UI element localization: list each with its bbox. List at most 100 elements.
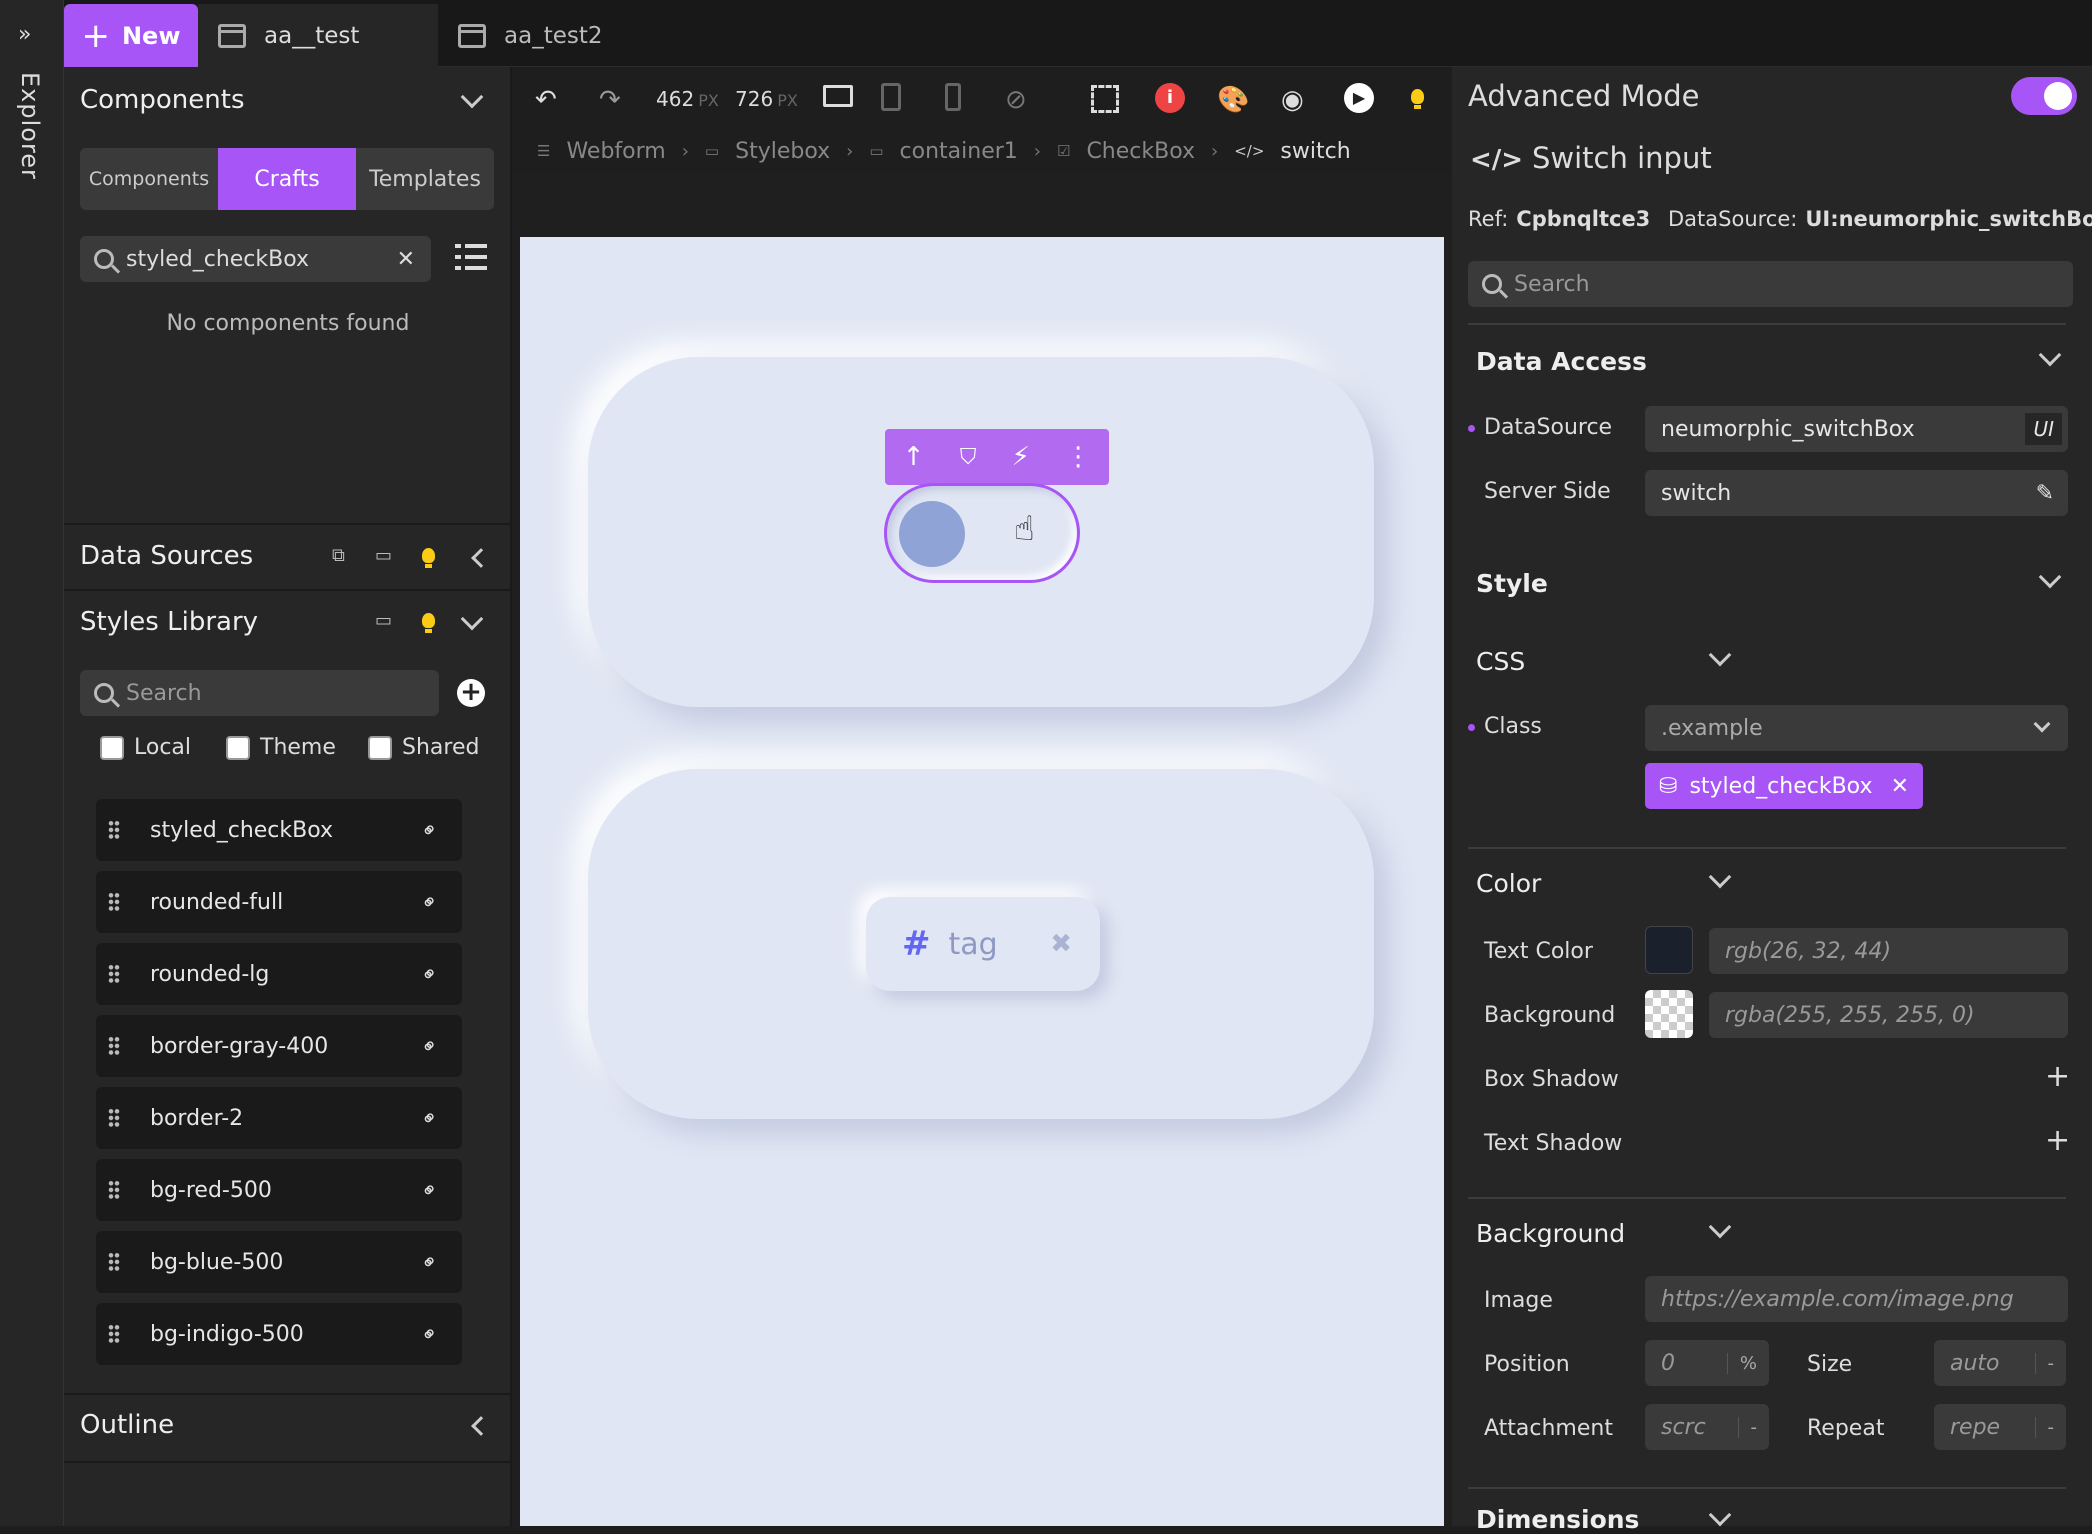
palette-icon[interactable]: 🎨 [1217, 85, 1249, 115]
menu-icon[interactable]: ☰ [537, 142, 550, 160]
link-icon[interactable]: ⚭ [415, 960, 444, 989]
explorer-strip[interactable]: » Explorer [0, 0, 64, 1526]
chevron-down-icon[interactable] [2038, 565, 2062, 589]
more-icon[interactable]: ⋮ [1065, 442, 1091, 472]
mobile-icon[interactable] [945, 83, 961, 111]
segment-components[interactable]: Components [80, 148, 218, 210]
height-readout[interactable]: 726 PX [735, 87, 798, 111]
breadcrumb-item-container1[interactable]: container1 [900, 139, 1018, 164]
background-color-input[interactable]: rgba(255, 255, 255, 0) [1709, 992, 2068, 1038]
text-color-input[interactable]: rgb(26, 32, 44) [1709, 928, 2068, 974]
size-unit[interactable]: - [2034, 1352, 2067, 1374]
segment-templates[interactable]: Templates [356, 148, 494, 210]
background-color-swatch[interactable] [1645, 990, 1693, 1038]
tag-chip[interactable]: # tag ✖ [866, 897, 1100, 991]
link-icon[interactable]: ⚭ [415, 1248, 444, 1277]
chevron-down-icon[interactable] [1708, 643, 1732, 667]
size-input[interactable]: auto - [1934, 1340, 2066, 1386]
chevron-left-icon[interactable] [471, 1416, 491, 1436]
chevron-left-icon[interactable] [471, 548, 491, 568]
add-box-shadow-icon[interactable]: + [2045, 1059, 2070, 1094]
explorer-label[interactable]: Explorer [16, 72, 44, 180]
filter-theme-checkbox[interactable]: Theme [226, 735, 336, 760]
style-title[interactable]: Style [1476, 569, 1548, 598]
ui-badge[interactable]: UI [2025, 413, 2062, 445]
drag-handle-icon[interactable] [108, 1180, 120, 1200]
attachment-input[interactable]: scrc - [1645, 1404, 1769, 1450]
components-search-input[interactable]: styled_checkBox ✕ [80, 236, 431, 282]
copy-icon[interactable]: ⧉ [332, 545, 345, 566]
chevron-down-icon[interactable] [460, 607, 484, 631]
switch-input[interactable] [884, 483, 1080, 583]
style-item[interactable]: border-2 ⚭ [96, 1087, 462, 1149]
style-item[interactable]: bg-red-500 ⚭ [96, 1159, 462, 1221]
design-canvas[interactable]: ↑ ⛉ ⚡ ⋮ ☝ # tag ✖ [520, 237, 1444, 1526]
breadcrumb-item-switch[interactable]: switch [1280, 139, 1350, 164]
image-url-input[interactable]: https://example.com/image.png [1645, 1276, 2068, 1322]
color-title[interactable]: Color [1476, 869, 1541, 898]
chevron-down-icon[interactable] [1708, 1215, 1732, 1239]
tab-aa-test2[interactable]: aa_test2 [438, 4, 678, 67]
repeat-unit[interactable]: - [2034, 1416, 2067, 1438]
info-icon[interactable]: i [1155, 83, 1185, 113]
link-icon[interactable]: ⚭ [415, 816, 444, 845]
drag-handle-icon[interactable] [108, 1252, 120, 1272]
clear-icon[interactable]: ✕ [397, 247, 415, 272]
drag-handle-icon[interactable] [108, 820, 120, 840]
chevron-down-icon[interactable] [1708, 1503, 1732, 1527]
position-input[interactable]: 0 % [1645, 1340, 1769, 1386]
bulb-icon[interactable] [422, 548, 435, 568]
add-style-icon[interactable]: + [457, 679, 485, 707]
drag-handle-icon[interactable] [108, 1108, 120, 1128]
expand-icon[interactable]: » [18, 22, 31, 47]
filter-shared-checkbox[interactable]: Shared [368, 735, 479, 760]
chevron-down-icon[interactable] [1708, 865, 1732, 889]
bulb-icon[interactable] [422, 613, 435, 633]
arrow-up-icon[interactable]: ↑ [903, 442, 925, 472]
add-text-shadow-icon[interactable]: + [2045, 1123, 2070, 1158]
style-item[interactable]: bg-indigo-500 ⚭ [96, 1303, 462, 1365]
chevron-down-icon[interactable] [2038, 343, 2062, 367]
link-icon[interactable]: ⚭ [415, 1176, 444, 1205]
datasource-field[interactable]: neumorphic_switchBox UI [1645, 406, 2068, 452]
bulb-icon[interactable] [1411, 89, 1424, 109]
css-icon[interactable]: ⛉ [960, 445, 977, 470]
class-chip[interactable]: ⛁ styled_checkBox ✕ [1645, 763, 1923, 809]
redo-icon[interactable]: ↷ [599, 85, 621, 115]
data-access-title[interactable]: Data Access [1476, 347, 1647, 376]
eye-icon[interactable]: ◉ [1281, 85, 1304, 115]
style-item[interactable]: rounded-full ⚭ [96, 871, 462, 933]
drag-handle-icon[interactable] [108, 1324, 120, 1344]
screen-icon[interactable]: ▭ [375, 610, 392, 631]
drag-handle-icon[interactable] [108, 964, 120, 984]
link-icon[interactable]: ⚭ [415, 1032, 444, 1061]
tablet-icon[interactable] [881, 83, 901, 111]
link-icon[interactable]: ⚭ [415, 888, 444, 917]
link-icon[interactable]: ⚭ [415, 1320, 444, 1349]
style-item[interactable]: styled_checkBox ⚭ [96, 799, 462, 861]
properties-search-input[interactable]: Search [1468, 261, 2073, 307]
breadcrumb-item-webform[interactable]: Webform [566, 139, 665, 164]
server-side-field[interactable]: switch ✎ [1645, 470, 2068, 516]
attachment-unit[interactable]: - [1737, 1416, 1770, 1438]
undo-icon[interactable]: ↶ [535, 85, 557, 115]
advanced-mode-toggle[interactable] [2011, 77, 2077, 115]
styles-search-input[interactable]: Search [80, 670, 439, 716]
chevron-down-icon[interactable] [460, 85, 484, 109]
drag-handle-icon[interactable] [108, 892, 120, 912]
close-icon[interactable]: ✕ [1891, 774, 1909, 799]
width-readout[interactable]: 462 PX [656, 87, 719, 111]
breadcrumb-item-stylebox[interactable]: Stylebox [735, 139, 830, 164]
dimensions-title[interactable]: Dimensions [1476, 1505, 1639, 1534]
repeat-input[interactable]: repe - [1934, 1404, 2066, 1450]
breadcrumb-item-checkbox[interactable]: CheckBox [1086, 139, 1195, 164]
style-item[interactable]: bg-blue-500 ⚭ [96, 1231, 462, 1293]
lightning-icon[interactable]: ⚡ [1012, 442, 1030, 472]
rotate-icon[interactable]: ⊘ [1005, 85, 1027, 115]
filter-local-checkbox[interactable]: Local [100, 735, 191, 760]
new-button[interactable]: + New [64, 4, 198, 67]
text-color-swatch[interactable] [1645, 926, 1693, 974]
play-icon[interactable]: ▶ [1344, 83, 1374, 113]
tab-aa-test[interactable]: aa__test [198, 4, 438, 67]
checkbox-box[interactable] [226, 735, 250, 760]
